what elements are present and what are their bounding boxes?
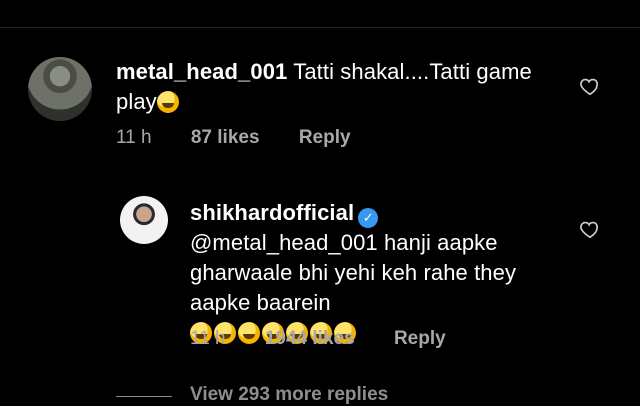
comment-2-time: 11 h <box>190 328 226 349</box>
verified-badge-icon: ✓ <box>358 208 379 228</box>
comment-2-meta: 11 h 1944 likes Reply <box>190 328 480 350</box>
comment-2-reply-button[interactable]: Reply <box>394 328 446 349</box>
heart-icon[interactable] <box>579 75 601 97</box>
comment-1-text: metal_head_001 Tatti shakal....Tatti gam… <box>116 57 556 117</box>
view-more-line <box>116 396 172 397</box>
clipped-top-text: ... <box>116 0 129 4</box>
comment-1-meta: 11 h 87 likes Reply <box>116 127 385 149</box>
avatar-shikhardofficial[interactable] <box>120 196 168 244</box>
comment-1-likes[interactable]: 87 likes <box>191 127 260 148</box>
comment-2-likes[interactable]: 1944 likes <box>265 328 355 349</box>
comment-1-reply-button[interactable]: Reply <box>299 127 351 148</box>
heart-icon[interactable] <box>579 218 601 240</box>
top-divider <box>0 27 640 28</box>
comment-1-time: 11 h <box>116 127 152 148</box>
comment-2-username[interactable]: shikhardofficial <box>190 200 354 225</box>
comment-2-mention[interactable]: @metal_head_001 <box>190 230 378 255</box>
comment-2-text: shikhardofficial ✓@metal_head_001 hanji a… <box>190 198 570 348</box>
avatar-metal-head[interactable] <box>28 57 92 121</box>
view-more-replies-button[interactable]: View 293 more replies <box>190 384 388 406</box>
laughing-emoji-icon <box>156 91 179 113</box>
comment-1-username[interactable]: metal_head_001 <box>116 59 287 84</box>
